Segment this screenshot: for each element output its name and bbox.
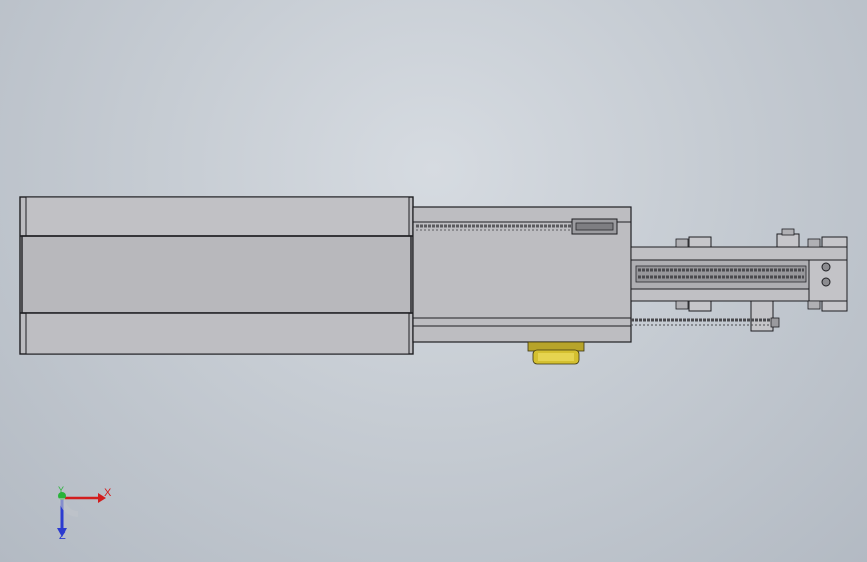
graphics-viewport[interactable]: X Y Z: [0, 0, 867, 562]
z-axis-label: Z: [59, 530, 66, 542]
y-axis-label: Y: [58, 485, 65, 495]
motor[interactable]: [527, 341, 585, 365]
x-axis-label: X: [104, 487, 112, 499]
main-housing[interactable]: [19, 196, 414, 355]
extension-arm[interactable]: [630, 228, 848, 332]
middle-frame[interactable]: [412, 206, 632, 343]
cad-model[interactable]: [0, 0, 867, 562]
